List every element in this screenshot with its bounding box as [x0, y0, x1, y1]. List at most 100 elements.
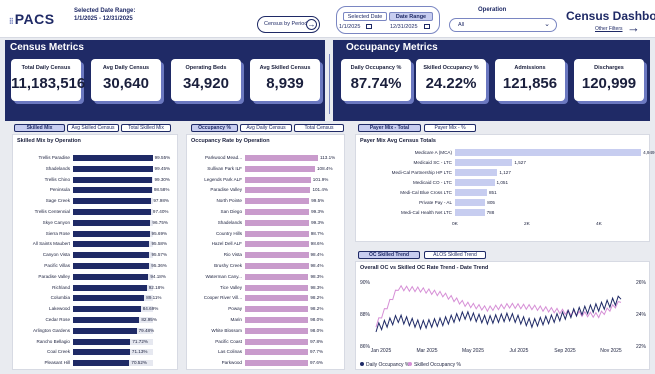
tab-total-census[interactable]: Total Census — [294, 124, 344, 132]
bar-row[interactable]: Skye Canyon 96.75% — [15, 219, 175, 227]
bar-value: 95.36% — [151, 263, 167, 268]
bar-row[interactable]: Rio Vista 98.4% — [189, 251, 343, 259]
tab-date-range[interactable]: Date Range — [389, 12, 433, 21]
bar-mark — [73, 284, 147, 291]
payer-row[interactable]: Medi-Cal Partnership HP LTC 1,127 — [358, 169, 648, 176]
payer-row[interactable]: Medicaid CO - LTC 1,051 — [358, 179, 648, 186]
bar-row[interactable]: Paradise Valley 94.18% — [15, 273, 175, 281]
bar-label: Country Hills — [215, 230, 242, 236]
date-from-field[interactable]: 1/1/2025 — [339, 24, 373, 30]
tab-skilled-mix[interactable]: Skilled Mix — [14, 124, 65, 132]
bar-value: 97.8% — [310, 338, 324, 344]
bar-row[interactable]: Waterman Cany... 98.3% — [189, 273, 343, 281]
bar-row[interactable]: Tice Valley 98.3% — [189, 284, 343, 292]
bar-mark — [73, 241, 150, 248]
bar-label: Rancho Bellagio — [36, 338, 70, 344]
bar-row[interactable]: Paradise Valley 101.4% — [189, 186, 343, 194]
bar-label: Poway — [228, 306, 242, 312]
bar-row[interactable]: Pleasant Hill 70.52% — [15, 359, 175, 367]
calendar-icon — [366, 24, 373, 30]
tab-alos-skilled-trend[interactable]: ALOS Skilled Trend — [424, 251, 486, 259]
tab-avg-daily-census[interactable]: Avg Daily Census — [240, 124, 292, 132]
census-metrics-heading: Census Metrics — [10, 42, 84, 53]
tab-payer-mix-pct[interactable]: Payer Mix - % — [424, 124, 476, 132]
bar-row[interactable]: Shadelands 99.45% — [15, 165, 175, 173]
bar-row[interactable]: Cooper River Vill... 98.2% — [189, 294, 343, 302]
date-range-value: 1/1/2025 - 12/31/2025 — [74, 16, 133, 22]
bar-label: Cooper River Vill... — [203, 295, 242, 301]
arrow-right-icon[interactable]: → — [627, 20, 640, 35]
bar-row[interactable]: All Saints Maubert 95.58% — [15, 240, 175, 248]
left-axis-tick: 86% — [360, 344, 371, 350]
bar-row[interactable]: Coal Creek 71.13% — [15, 348, 175, 356]
payer-row[interactable]: Medicare A (MCA) 4,949 — [358, 149, 655, 156]
payer-row[interactable]: Medi-Cal Health Net LTC 788 — [358, 209, 648, 216]
payer-row[interactable]: Private Pay - AL 805 — [358, 199, 648, 206]
tab-total-skilled-mix[interactable]: Total Skilled Mix — [121, 124, 171, 132]
bar-row[interactable]: Brushy Creek 98.4% — [189, 262, 343, 270]
bar-row[interactable]: Arlington Gardens 79.48% — [15, 327, 175, 335]
left-axis-tick: 90% — [360, 280, 371, 286]
payer-row[interactable]: Medi-Cal Blue Cross LTC 851 — [358, 189, 648, 196]
payer-bar — [455, 149, 642, 156]
bar-mark — [73, 252, 150, 259]
bar-row[interactable]: Peninsula 98.58% — [15, 186, 175, 194]
bar-row[interactable]: Sullivan Park ILF 108.4% — [189, 165, 343, 173]
x-axis-tick: Jan 2025 — [371, 348, 392, 354]
bar-row[interactable]: Parkwood 97.6% — [189, 359, 343, 367]
bar-row[interactable]: Trellis Chino 99.30% — [15, 176, 175, 184]
bar-value: 92.18% — [148, 284, 165, 290]
bar-value: 95.57% — [151, 252, 168, 258]
bar-value: 113.1% — [320, 155, 336, 160]
bar-row[interactable]: Rancho Bellagio 71.72% — [15, 338, 175, 346]
bar-value: 99.3% — [311, 219, 325, 225]
bar-row[interactable]: Marin 98.0% — [189, 316, 343, 324]
bar-row[interactable]: Parkwood Mead... 113.1% — [189, 154, 343, 162]
bar-row[interactable]: San Diego 99.3% — [189, 208, 343, 216]
x-axis-tick: Sep 2025 — [554, 348, 576, 354]
tab-oc-skilled-trend[interactable]: OC Skilled Trend — [358, 251, 420, 259]
bar-row[interactable]: North Pointe 99.5% — [189, 197, 343, 205]
arrow-right-icon: → — [306, 19, 317, 30]
bar-row[interactable]: Cedar Rose 82.95% — [15, 316, 175, 324]
tab-occupancy-pct[interactable]: Occupancy % — [191, 124, 238, 132]
tab-payer-mix-total[interactable]: Payer Mix - Total — [358, 124, 421, 132]
bar-row[interactable]: Hazel Dell ALF 98.6% — [189, 240, 343, 248]
payer-value: 805 — [487, 200, 495, 205]
payer-bar — [455, 199, 486, 206]
bar-row[interactable]: Sage Creek 97.98% — [15, 197, 175, 205]
bar-label: Canyon Vista — [42, 252, 70, 258]
tab-avg-skilled-census[interactable]: Avg Skilled Census — [67, 124, 119, 132]
bar-row[interactable]: Legends Park ALF 101.9% — [189, 176, 343, 184]
bar-row[interactable]: Pacific Villas 95.36% — [15, 262, 175, 270]
bar-row[interactable]: Poway 98.2% — [189, 305, 343, 313]
bar-row[interactable]: Country Hills 98.7% — [189, 230, 343, 238]
bar-label: All Saints Maubert — [32, 241, 70, 247]
other-filters-link[interactable]: Other Filters — [595, 26, 623, 32]
bar-row[interactable]: Trellis Centennial 97.40% — [15, 208, 175, 216]
bar-row[interactable]: Columbia 89.11% — [15, 294, 175, 302]
bar-label: Pacific Villas — [44, 263, 70, 268]
bar-label: Sierra Rose — [45, 230, 70, 236]
bar-row[interactable]: Sierra Rose 95.69% — [15, 230, 175, 238]
operation-dropdown[interactable]: All ⌄ — [449, 18, 557, 32]
bar-mark — [73, 187, 152, 194]
payer-bar — [455, 159, 513, 166]
bar-row[interactable]: White Blossom 98.0% — [189, 327, 343, 335]
tab-selected-date[interactable]: Selected Date — [343, 12, 387, 21]
bar-mark — [245, 155, 318, 161]
bar-mark — [73, 263, 150, 269]
payer-row[interactable]: Medicaid SC - LTC 1,527 — [358, 159, 648, 166]
bar-row[interactable]: Canyon Vista 95.57% — [15, 251, 175, 259]
bar-row[interactable]: Las Colinas 97.7% — [189, 348, 343, 356]
census-by-period-button[interactable]: Census by Period → — [257, 16, 320, 33]
date-to-field[interactable]: 12/31/2025 — [390, 24, 430, 30]
bar-value: 82.95% — [141, 317, 157, 322]
bar-row[interactable]: Lakewood 84.69% — [15, 305, 175, 313]
bar-row[interactable]: Shadelands 99.3% — [189, 219, 343, 227]
bar-label: Paradise Valley — [210, 187, 242, 193]
bar-row[interactable]: Trellis Paradise 99.55% — [15, 154, 175, 162]
bar-row[interactable]: Pacific Coast 97.8% — [189, 338, 343, 346]
bar-row[interactable]: Richland 92.18% — [15, 284, 175, 292]
bar-value: 99.30% — [154, 176, 171, 182]
